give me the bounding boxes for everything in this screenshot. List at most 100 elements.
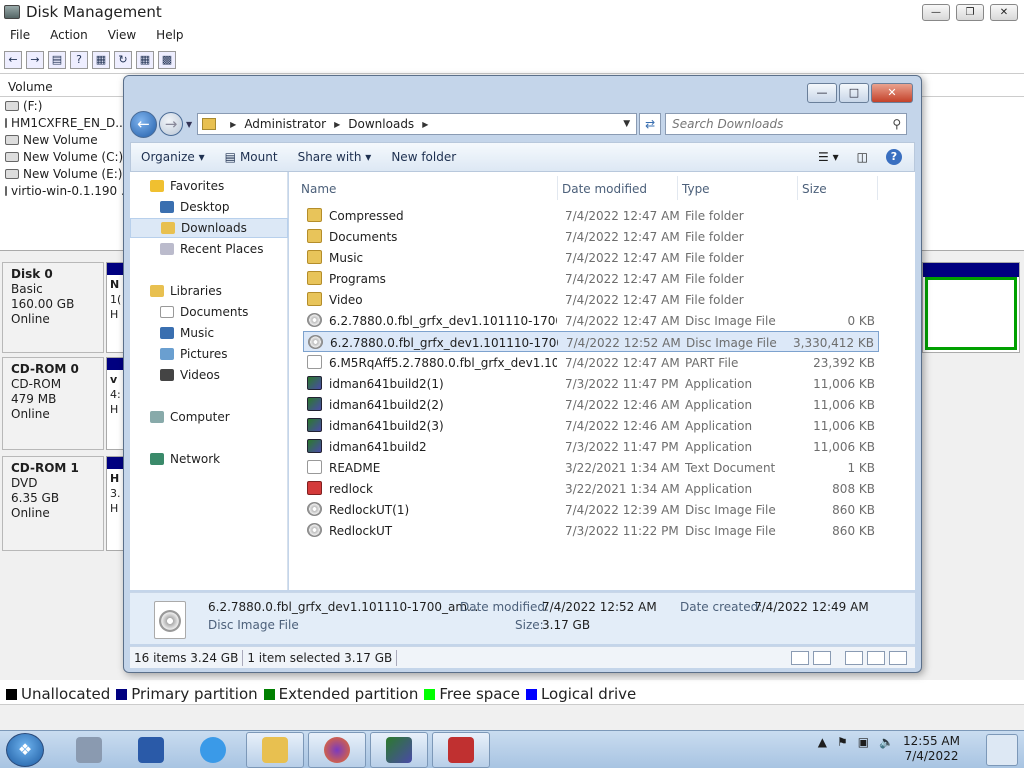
volume-item[interactable]: New Volume bbox=[0, 131, 125, 148]
nav-libraries[interactable]: Libraries bbox=[130, 281, 288, 301]
internet-download-manager-icon[interactable] bbox=[370, 732, 428, 768]
nav-videos[interactable]: Videos bbox=[130, 365, 288, 385]
layout-icon[interactable] bbox=[889, 650, 907, 665]
toolbox-icon[interactable] bbox=[432, 732, 490, 768]
column-name[interactable]: Name bbox=[301, 182, 336, 196]
file-row[interactable]: Programs 7/4/2022 12:47 AM File folder bbox=[303, 268, 879, 289]
nav-desktop[interactable]: Desktop bbox=[130, 197, 288, 217]
volume-muted-icon[interactable]: 🔈 bbox=[879, 735, 894, 749]
layout-icon[interactable] bbox=[867, 650, 885, 665]
nav-music[interactable]: Music bbox=[130, 323, 288, 343]
breadcrumb-administrator[interactable]: Administrator bbox=[244, 117, 326, 131]
cdrom-0-label[interactable]: CD-ROM 0 CD-ROM 479 MB Online bbox=[2, 357, 104, 450]
file-row[interactable]: RedlockUT 7/3/2022 11:22 PM Disc Image Fil… bbox=[303, 520, 879, 541]
breadcrumb-downloads[interactable]: Downloads bbox=[348, 117, 414, 131]
help-icon[interactable]: ? bbox=[886, 149, 902, 165]
firefox-icon[interactable] bbox=[308, 732, 366, 768]
extended-partition-block[interactable] bbox=[922, 262, 1020, 353]
nav-recent-places[interactable]: Recent Places bbox=[130, 239, 288, 259]
explorer-maximize-button[interactable]: □ bbox=[839, 83, 869, 103]
back-arrow-icon[interactable]: ← bbox=[4, 50, 22, 69]
file-row[interactable]: idman641build2 7/3/2022 11:47 PM Applicati… bbox=[303, 436, 879, 457]
share-with-button[interactable]: Share with ▾ bbox=[288, 150, 382, 164]
layout-icon[interactable] bbox=[845, 650, 863, 665]
file-name: idman641build2(2) bbox=[329, 398, 444, 412]
forward-button[interactable]: → bbox=[159, 112, 183, 136]
file-row[interactable]: Compressed 7/4/2022 12:47 AM File folder bbox=[303, 205, 879, 226]
volume-item[interactable]: New Volume (E:) bbox=[0, 165, 125, 182]
flag-icon[interactable]: ⚑ bbox=[837, 735, 848, 749]
explorer-minimize-button[interactable]: — bbox=[807, 83, 837, 103]
column-size[interactable]: Size bbox=[802, 182, 827, 196]
organize-button[interactable]: Organize ▾ bbox=[131, 150, 215, 164]
file-explorer-icon[interactable] bbox=[246, 732, 304, 768]
forward-arrow-icon[interactable]: → bbox=[26, 50, 44, 69]
column-type[interactable]: Type bbox=[682, 182, 710, 196]
help-icon[interactable]: ? bbox=[70, 50, 88, 69]
volume-item[interactable]: (F:) bbox=[0, 97, 125, 114]
minimize-button[interactable]: — bbox=[922, 4, 950, 21]
file-row[interactable]: RedlockUT(1) 7/4/2022 12:39 AM Disc Image … bbox=[303, 499, 879, 520]
powershell-icon[interactable] bbox=[122, 732, 180, 768]
view-options-icon[interactable]: ☰ ▾ bbox=[818, 150, 839, 164]
start-button[interactable]: ❖ bbox=[6, 733, 44, 767]
file-row[interactable]: Video 7/4/2022 12:47 AM File folder bbox=[303, 289, 879, 310]
file-row[interactable]: idman641build2(2) 7/4/2022 12:46 AM Applic… bbox=[303, 394, 879, 415]
search-input[interactable] bbox=[672, 117, 878, 131]
internet-explorer-icon[interactable] bbox=[184, 732, 242, 768]
file-row[interactable]: Documents 7/4/2022 12:47 AM File folder bbox=[303, 226, 879, 247]
menu-file[interactable]: File bbox=[0, 28, 40, 42]
back-button[interactable]: ← bbox=[130, 110, 157, 138]
disk-0-label[interactable]: Disk 0 Basic 160.00 GB Online bbox=[2, 262, 104, 353]
restore-button[interactable]: ❐ bbox=[956, 4, 984, 21]
file-row[interactable]: Music 7/4/2022 12:47 AM File folder bbox=[303, 247, 879, 268]
user-avatar-icon[interactable] bbox=[986, 734, 1018, 766]
file-row[interactable]: idman641build2(1) 7/3/2022 11:47 PM Applic… bbox=[303, 373, 879, 394]
refresh-icon[interactable]: ▩ bbox=[158, 50, 176, 69]
recent-pages-dropdown[interactable]: ▼ bbox=[186, 120, 192, 129]
cdrom-1-label[interactable]: CD-ROM 1 DVD 6.35 GB Online bbox=[2, 456, 104, 551]
close-button[interactable]: ✕ bbox=[990, 4, 1018, 21]
rescan-icon[interactable]: ↻ bbox=[114, 50, 132, 69]
nav-downloads[interactable]: Downloads bbox=[130, 218, 288, 238]
show-hide-icon[interactable]: ▦ bbox=[92, 50, 110, 69]
server-manager-icon[interactable] bbox=[60, 732, 118, 768]
file-row[interactable]: 6.2.7880.0.fbl_grfx_dev1.101110-1700_am.… bbox=[303, 310, 879, 331]
volume-item[interactable]: New Volume (C:) bbox=[0, 148, 125, 165]
menu-action[interactable]: Action bbox=[40, 28, 98, 42]
console-tree-icon[interactable]: ▤ bbox=[48, 50, 66, 69]
file-row[interactable]: redlock 3/22/2021 1:34 AM Application 808 K… bbox=[303, 478, 879, 499]
menu-view[interactable]: View bbox=[98, 28, 146, 42]
mount-button[interactable]: ▤ Mount bbox=[215, 150, 288, 164]
search-box[interactable]: ⚲ bbox=[665, 113, 908, 135]
refresh-button[interactable]: ⇄ bbox=[639, 113, 662, 135]
nav-favorites[interactable]: Favorites bbox=[130, 176, 288, 196]
file-row[interactable]: README 3/22/2021 1:34 AM Text Document 1 KB bbox=[303, 457, 879, 478]
show-hidden-icons-icon[interactable]: ▲ bbox=[818, 735, 827, 749]
details-view-icon[interactable] bbox=[791, 650, 809, 665]
address-bar[interactable]: ▶ Administrator ▶ Downloads ▶ ▼ bbox=[197, 113, 638, 135]
chevron-right-icon[interactable]: ▶ bbox=[334, 120, 340, 129]
address-dropdown-icon[interactable]: ▼ bbox=[623, 119, 630, 129]
nav-documents[interactable]: Documents bbox=[130, 302, 288, 322]
volume-item[interactable]: virtio-win-0.1.190 ... bbox=[0, 182, 125, 199]
file-row[interactable]: 6.2.7880.0.fbl_grfx_dev1.101110-1700_am.… bbox=[303, 331, 879, 352]
file-row[interactable]: idman641build2(3) 7/4/2022 12:46 AM Applic… bbox=[303, 415, 879, 436]
search-icon[interactable]: ⚲ bbox=[892, 117, 901, 131]
volume-item[interactable]: HM1CXFRE_EN_D... bbox=[0, 114, 125, 131]
preview-pane-icon[interactable]: ◫ bbox=[857, 150, 868, 164]
thumbnail-view-icon[interactable] bbox=[813, 650, 831, 665]
file-row[interactable]: 6.M5RqAff5.2.7880.0.fbl_grfx_dev1.10111.… bbox=[303, 352, 879, 373]
nav-computer[interactable]: Computer bbox=[130, 407, 288, 427]
explorer-close-button[interactable]: ✕ bbox=[871, 83, 913, 103]
menu-help[interactable]: Help bbox=[146, 28, 193, 42]
network-icon[interactable]: ▣ bbox=[858, 735, 869, 749]
properties-icon[interactable]: ▦ bbox=[136, 50, 154, 69]
new-folder-button[interactable]: New folder bbox=[381, 150, 466, 164]
chevron-right-icon[interactable]: ▶ bbox=[422, 120, 428, 129]
nav-pictures[interactable]: Pictures bbox=[130, 344, 288, 364]
column-date-modified[interactable]: Date modified bbox=[562, 182, 647, 196]
clock[interactable]: 12:55 AM 7/4/2022 bbox=[903, 734, 960, 764]
chevron-right-icon[interactable]: ▶ bbox=[230, 120, 236, 129]
nav-network[interactable]: Network bbox=[130, 449, 288, 469]
